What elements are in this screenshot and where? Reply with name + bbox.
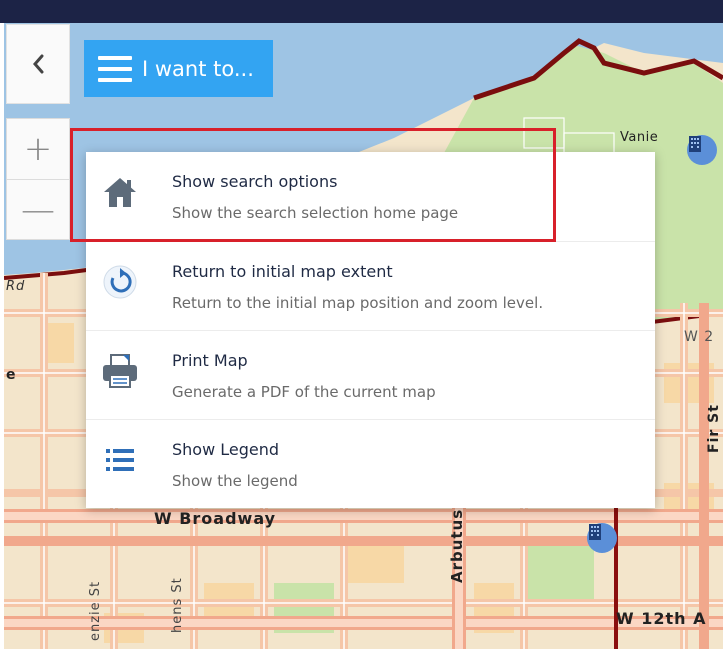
- map-label-w-12th: W 12th A: [616, 609, 707, 628]
- zoom-out-button[interactable]: —: [7, 179, 69, 240]
- home-icon: [100, 172, 140, 212]
- menu-item-description: Show the legend: [172, 472, 298, 490]
- menu-item-description: Return to the initial map position and z…: [172, 294, 544, 312]
- map-label-w-broadway: W Broadway: [154, 509, 277, 528]
- top-bar: [0, 0, 723, 23]
- map-label-hens-st: hens St: [170, 577, 185, 633]
- map-label-vanier: Vanie: [620, 130, 659, 145]
- menu-item-title: Show Legend: [172, 440, 280, 459]
- menu-item-show-legend[interactable]: Show Legend Show the legend: [86, 419, 655, 508]
- list-icon: [100, 440, 140, 480]
- hamburger-menu-icon: [98, 55, 132, 82]
- i-want-to-label: I want to...: [142, 56, 254, 81]
- map-label-rd: Rd: [6, 279, 26, 294]
- map-label-e: e: [6, 367, 17, 383]
- map-label-fir-st: Fir St: [706, 404, 722, 453]
- building-poi-icon[interactable]: [587, 523, 617, 553]
- zoom-in-button[interactable]: +: [7, 119, 69, 179]
- menu-item-description: Generate a PDF of the current map: [172, 383, 436, 401]
- zoom-controls: + —: [6, 118, 70, 240]
- menu-item-description: Show the search selection home page: [172, 204, 459, 222]
- menu-item-return-initial-extent[interactable]: Return to initial map extent Return to t…: [86, 241, 655, 330]
- i-want-to-menu: Show search options Show the search sele…: [86, 152, 655, 508]
- collapse-panel-button[interactable]: [6, 24, 70, 104]
- menu-item-print-map[interactable]: Print Map Generate a PDF of the current …: [86, 330, 655, 419]
- map-label-kenzie-st: enzie St: [88, 580, 103, 641]
- i-want-to-button[interactable]: I want to...: [84, 40, 273, 97]
- chevron-left-icon: [33, 54, 44, 74]
- menu-item-title: Show search options: [172, 172, 338, 191]
- menu-item-show-search-options[interactable]: Show search options Show the search sele…: [86, 152, 655, 241]
- menu-item-title: Return to initial map extent: [172, 262, 393, 281]
- map-label-w2: W 2: [684, 329, 715, 345]
- reset-extent-icon: [100, 262, 140, 302]
- building-poi-icon[interactable]: [687, 135, 717, 165]
- menu-item-title: Print Map: [172, 351, 248, 370]
- printer-icon: [100, 351, 140, 391]
